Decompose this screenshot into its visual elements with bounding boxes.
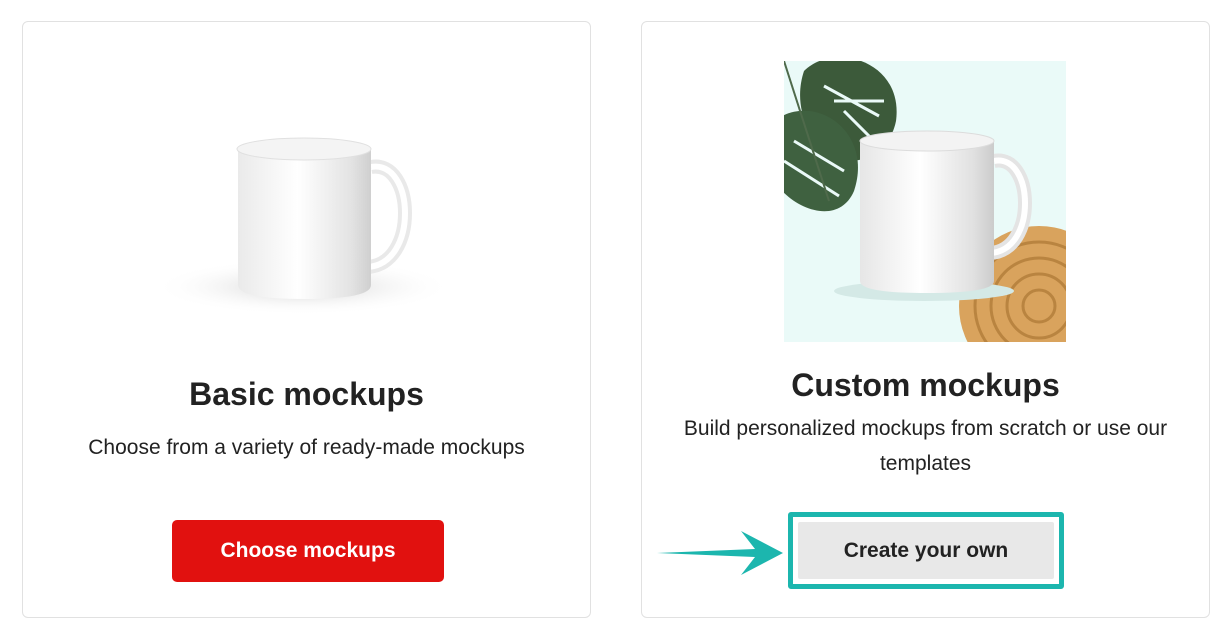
basic-mockups-card: Basic mockups Choose from a variety of r… — [22, 21, 591, 618]
custom-mockups-description: Build personalized mockups from scratch … — [683, 417, 1168, 475]
pointer-arrow-icon — [657, 531, 783, 575]
basic-mug-image — [153, 137, 453, 315]
custom-mockups-title: Custom mockups — [791, 367, 1060, 403]
create-button-highlight: Create your own — [788, 512, 1064, 589]
custom-mockups-card: Custom mockups Build personalized mockup… — [641, 21, 1210, 618]
custom-mug-image — [784, 61, 1066, 342]
create-your-own-button[interactable]: Create your own — [798, 522, 1054, 579]
choose-mockups-button[interactable]: Choose mockups — [172, 520, 444, 582]
basic-mockups-description: Choose from a variety of ready-made mock… — [88, 436, 525, 459]
basic-mockups-title: Basic mockups — [189, 376, 424, 412]
